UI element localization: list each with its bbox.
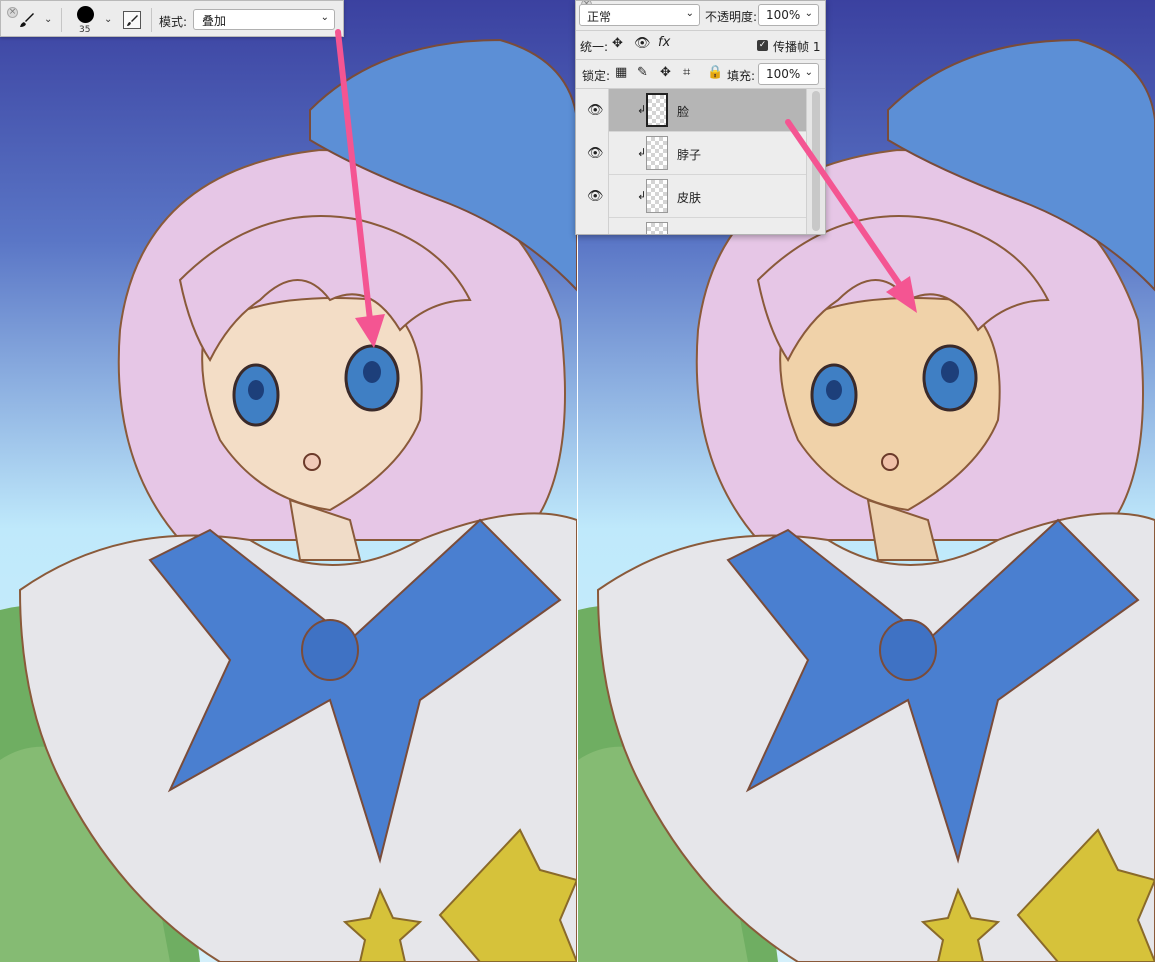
layers-panel: × 正常 ⌄ 不透明度: 100% ⌄ 统一: ✥ 👁 fx ✓ 传播帧 1 锁…	[575, 0, 826, 235]
unify-style-icon[interactable]: fx	[658, 35, 670, 50]
layer-row[interactable]: 👁 ↲ 脖子	[576, 132, 806, 175]
fill-label: 填充:	[727, 69, 756, 83]
clipping-mask-icon: ↲	[637, 146, 647, 159]
propagate-label: 传播帧 1	[773, 40, 821, 54]
opacity-label: 不透明度:	[705, 10, 758, 24]
chevron-down-icon: ⌄	[804, 67, 813, 78]
layers-scrollbar[interactable]	[806, 89, 825, 234]
chevron-down-icon: ⌄	[685, 8, 694, 19]
chevron-down-icon: ⌄	[320, 12, 329, 23]
separator	[151, 8, 152, 32]
brush-icon[interactable]	[17, 10, 37, 30]
layer-name: 皮肤	[677, 191, 702, 205]
lock-artboard-icon[interactable]: ⌗	[683, 65, 690, 80]
canvas-before: × ⌄ 35 ⌄ 模式: 叠加 ⌄	[0, 0, 577, 962]
layer-thumbnail	[646, 93, 668, 127]
fill-value: 100%	[766, 67, 801, 81]
chevron-down-icon[interactable]: ⌄	[104, 14, 112, 25]
separator	[576, 59, 825, 60]
chevron-down-icon[interactable]: ⌄	[44, 14, 52, 25]
lock-all-icon[interactable]: 🔒	[707, 65, 723, 80]
lock-label: 锁定:	[582, 69, 611, 83]
brush-panel-icon[interactable]	[123, 11, 141, 29]
mode-label: 模式:	[159, 15, 188, 29]
visibility-column	[576, 218, 609, 234]
scrollbar-thumb[interactable]	[812, 91, 820, 231]
lock-position-icon[interactable]: ✥	[660, 65, 671, 80]
layer-thumbnail	[646, 179, 668, 213]
chevron-down-icon: ⌄	[804, 8, 813, 19]
lock-transparent-icon[interactable]: ▦	[615, 65, 627, 80]
eye-icon[interactable]: 👁	[587, 146, 604, 161]
separator	[61, 8, 62, 32]
eye-icon[interactable]: 👁	[587, 103, 604, 118]
separator	[576, 30, 825, 31]
opacity-input[interactable]: 100% ⌄	[758, 4, 819, 26]
layer-blend-mode-select[interactable]: 正常 ⌄	[579, 4, 700, 26]
opacity-value: 100%	[766, 8, 801, 22]
layer-row[interactable]: 👁 ↲ 脸	[576, 89, 806, 132]
lock-pixels-icon[interactable]: ✎	[637, 65, 648, 80]
unify-position-icon[interactable]: ✥	[612, 36, 623, 51]
layer-thumbnail	[646, 222, 668, 234]
clipping-mask-icon: ↲	[637, 103, 647, 116]
fill-input[interactable]: 100% ⌄	[758, 63, 819, 85]
layer-blend-mode-value: 正常	[587, 10, 612, 24]
unify-visibility-icon[interactable]: 👁	[634, 36, 651, 51]
blend-mode-select[interactable]: 叠加 ⌄	[193, 9, 335, 30]
brush-size-preview[interactable]	[77, 6, 94, 23]
layer-name: 脖子	[677, 148, 702, 162]
layer-row[interactable]: 👁 ↲ 皮肤	[576, 175, 806, 218]
unify-label: 统一:	[580, 40, 609, 54]
layer-thumbnail	[646, 136, 668, 170]
artwork-before	[0, 0, 577, 962]
propagate-checkbox[interactable]: ✓	[757, 40, 768, 51]
layer-row[interactable]	[576, 218, 806, 234]
brush-options-bar: × ⌄ 35 ⌄ 模式: 叠加 ⌄	[0, 0, 344, 37]
eye-icon[interactable]: 👁	[587, 189, 604, 204]
layer-name: 脸	[677, 105, 690, 119]
clipping-mask-icon: ↲	[637, 189, 647, 202]
brush-size: 35	[79, 25, 91, 35]
blend-mode-value: 叠加	[202, 14, 227, 28]
